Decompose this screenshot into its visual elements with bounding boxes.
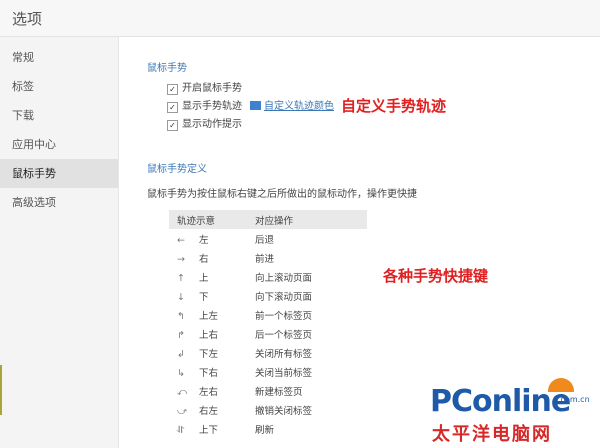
logo-brand: PConline bbox=[430, 384, 571, 419]
gesture-action: 后一个标签页 bbox=[255, 329, 313, 341]
checkbox-show-trail[interactable]: ✓ bbox=[167, 102, 178, 113]
gesture-direction: 上左 bbox=[199, 310, 219, 322]
arrow-down-right-icon: ↳ bbox=[177, 367, 185, 379]
option-label: 显示动作提示 bbox=[182, 119, 242, 130]
gesture-direction: 下 bbox=[199, 291, 209, 303]
table-row: → 右 前进 bbox=[169, 248, 367, 267]
column-header-action: 对应操作 bbox=[255, 210, 367, 229]
sidebar-item-app-center[interactable]: 应用中心 bbox=[0, 130, 118, 159]
gesture-direction: 上 bbox=[199, 272, 209, 284]
gesture-table: 轨迹示意 对应操作 ← 左 后退 → 右 前进 ↑ 上 向上滚动页面 ↓ 下 向下滚动页面 ↰ 上… bbox=[169, 210, 367, 438]
table-row: ⤻ 右左 撤销关闭标签 bbox=[169, 400, 367, 419]
gesture-action: 刷新 bbox=[255, 424, 275, 436]
gesture-direction: 右左 bbox=[199, 405, 219, 417]
left-edge-accent bbox=[0, 365, 2, 415]
checkbox-show-action-hint[interactable]: ✓ bbox=[167, 120, 178, 131]
table-row: ↲ 下左 关闭所有标签 bbox=[169, 343, 367, 362]
sidebar-item-general[interactable]: 常规 bbox=[0, 43, 118, 72]
table-row: ← 左 后退 bbox=[169, 229, 367, 248]
table-row: ↓ 下 向下滚动页面 bbox=[169, 286, 367, 305]
option-show-action-hint[interactable]: ✓ 显示动作提示 bbox=[167, 118, 242, 132]
window-title: 选项 bbox=[12, 10, 43, 28]
column-header-trail: 轨迹示意 bbox=[169, 210, 255, 229]
table-row: ⥯ 上下 刷新 bbox=[169, 419, 367, 438]
gesture-direction: 下左 bbox=[199, 348, 219, 360]
gesture-action: 撤销关闭标签 bbox=[255, 405, 313, 417]
table-row: ↰ 上左 前一个标签页 bbox=[169, 305, 367, 324]
gesture-action: 新建标签页 bbox=[255, 386, 303, 398]
gesture-description: 鼠标手势为按住鼠标右键之后所做出的鼠标动作，操作更快捷 bbox=[147, 189, 417, 200]
sidebar-item-mouse-gestures[interactable]: 鼠标手势 bbox=[0, 159, 118, 188]
arrow-left-right-icon: ⤺ bbox=[177, 386, 188, 398]
sidebar-item-tabs[interactable]: 标签 bbox=[0, 72, 118, 101]
pconline-logo: PConline .com.cn 太平洋电脑网 bbox=[430, 378, 600, 448]
sidebar-item-advanced[interactable]: 高级选项 bbox=[0, 188, 118, 217]
sidebar: 常规 标签 下载 应用中心 鼠标手势 高级选项 bbox=[0, 37, 119, 448]
annotation-custom-trail: 自定义手势轨迹 bbox=[341, 97, 447, 115]
arrow-up-right-icon: ↱ bbox=[177, 329, 185, 341]
gesture-action: 后退 bbox=[255, 234, 275, 246]
gesture-action: 关闭当前标签 bbox=[255, 367, 313, 379]
option-label: 显示手势轨迹 bbox=[182, 101, 242, 112]
option-enable-gestures[interactable]: ✓ 开启鼠标手势 bbox=[167, 82, 242, 96]
gesture-direction: 左右 bbox=[199, 386, 219, 398]
arrow-up-down-icon: ⥯ bbox=[177, 424, 185, 436]
gesture-action: 向上滚动页面 bbox=[255, 272, 313, 284]
title-bar: 选项 bbox=[0, 0, 600, 37]
gesture-action: 向下滚动页面 bbox=[255, 291, 313, 303]
gesture-direction: 下右 bbox=[199, 367, 219, 379]
sidebar-item-downloads[interactable]: 下载 bbox=[0, 101, 118, 130]
table-row: ↱ 上右 后一个标签页 bbox=[169, 324, 367, 343]
option-show-trail[interactable]: ✓ 显示手势轨迹 自定义轨迹颜色 bbox=[167, 100, 334, 114]
arrow-down-icon: ↓ bbox=[177, 291, 185, 303]
table-header-row: 轨迹示意 对应操作 bbox=[169, 210, 367, 229]
arrow-up-icon: ↑ bbox=[177, 272, 185, 284]
gesture-action: 前进 bbox=[255, 253, 275, 265]
gesture-action: 前一个标签页 bbox=[255, 310, 313, 322]
arrow-left-icon: ← bbox=[177, 234, 185, 246]
gesture-definition-section-title: 鼠标手势定义 bbox=[147, 164, 207, 175]
arrow-right-icon: → bbox=[177, 253, 185, 265]
annotation-gesture-shortcuts: 各种手势快捷键 bbox=[383, 267, 489, 285]
mouse-gesture-section-title: 鼠标手势 bbox=[147, 63, 187, 74]
arrow-down-left-icon: ↲ bbox=[177, 348, 185, 360]
arrow-right-left-icon: ⤻ bbox=[177, 405, 188, 417]
trail-color-swatch[interactable] bbox=[250, 101, 261, 110]
table-row: ↑ 上 向上滚动页面 bbox=[169, 267, 367, 286]
custom-trail-color-link[interactable]: 自定义轨迹颜色 bbox=[264, 101, 334, 112]
option-label: 开启鼠标手势 bbox=[182, 83, 242, 94]
gesture-direction: 左 bbox=[199, 234, 209, 246]
gesture-direction: 上下 bbox=[199, 424, 219, 436]
logo-domain: .com.cn bbox=[558, 395, 590, 404]
gesture-direction: 右 bbox=[199, 253, 209, 265]
gesture-direction: 上右 bbox=[199, 329, 219, 341]
table-row: ↳ 下右 关闭当前标签 bbox=[169, 362, 367, 381]
checkbox-enable-gestures[interactable]: ✓ bbox=[167, 84, 178, 95]
table-row: ⤺ 左右 新建标签页 bbox=[169, 381, 367, 400]
arrow-up-left-icon: ↰ bbox=[177, 310, 185, 322]
gesture-action: 关闭所有标签 bbox=[255, 348, 313, 360]
logo-subtitle: 太平洋电脑网 bbox=[432, 424, 552, 445]
